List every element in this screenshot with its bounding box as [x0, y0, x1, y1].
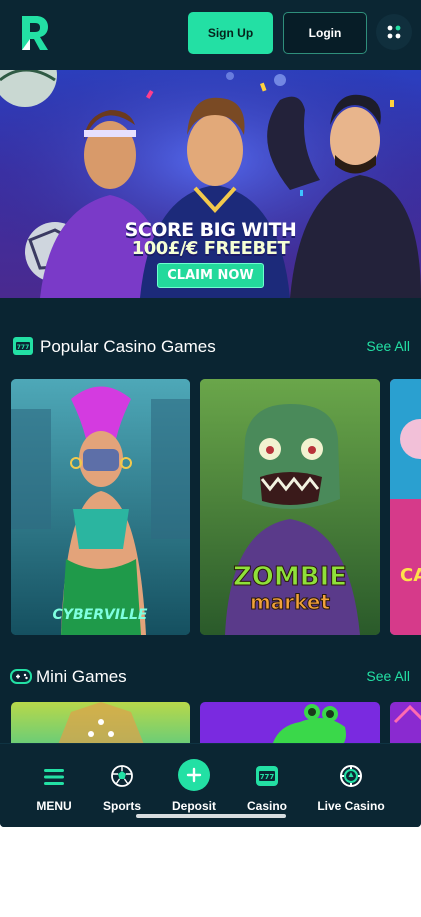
promo-banner[interactable]: SCORE BIG WITH 100£/€ FREEBET CLAIM NOW — [0, 70, 421, 298]
slot-machine-icon: 777 — [12, 336, 34, 356]
app-screen: Sign Up Login SCORE BIG WITH 100£/€ FREE… — [0, 0, 421, 827]
mini-game-card-2[interactable] — [200, 702, 380, 743]
dots-icon — [387, 25, 401, 39]
plus-icon — [186, 767, 202, 783]
login-button[interactable]: Login — [283, 12, 367, 54]
section-title: Mini Games — [36, 667, 127, 686]
cyberville-artwork: CYBERVILLE — [11, 379, 190, 635]
home-indicator — [136, 814, 286, 818]
partial-game-artwork: CA — [390, 379, 421, 635]
banner-offer: 100£/€ FREEBET — [131, 238, 290, 259]
nav-label: MENU — [36, 799, 72, 813]
mini-games-header: Mini Games See All — [0, 663, 421, 691]
claim-now-button[interactable]: CLAIM NOW — [157, 263, 264, 288]
mini-game-artwork-2 — [273, 704, 346, 743]
svg-text:777: 777 — [17, 344, 30, 351]
mini-game-card-1[interactable] — [11, 702, 190, 743]
poker-chip-icon — [340, 765, 362, 787]
sign-up-button[interactable]: Sign Up — [188, 12, 273, 54]
more-options-button[interactable] — [376, 14, 412, 50]
top-header: Sign Up Login — [0, 0, 421, 70]
nav-live-casino[interactable]: Live Casino — [311, 744, 391, 827]
nav-menu[interactable]: MENU — [24, 744, 84, 827]
mini-game-artwork-1 — [58, 702, 144, 743]
section-title: Popular Casino Games — [40, 337, 216, 356]
zombie-market-artwork: ZOMBIE market — [200, 379, 380, 635]
deposit-button[interactable] — [178, 759, 210, 791]
svg-text:CA: CA — [400, 565, 421, 586]
slot-machine-icon: 777 — [256, 766, 278, 786]
nav-label: Casino — [246, 799, 287, 813]
market-logo: market — [250, 590, 331, 614]
cyberville-logo: CYBERVILLE — [53, 607, 148, 623]
popular-games-header: 777 Popular Casino Games See All — [0, 333, 421, 361]
soccer-ball-icon — [111, 765, 133, 787]
nav-label: Live Casino — [317, 799, 385, 813]
game-card-zombie-market[interactable]: ZOMBIE market — [200, 379, 380, 635]
nav-label: Deposit — [171, 799, 216, 813]
gamepad-icon — [10, 666, 32, 686]
hamburger-icon — [44, 769, 64, 785]
game-card-cyberville[interactable]: CYBERVILLE — [11, 379, 190, 635]
zombie-logo: ZOMBIE — [233, 562, 347, 592]
game-card-partial[interactable]: CA — [390, 379, 421, 635]
mini-games-row[interactable] — [0, 702, 421, 743]
nav-label: Sports — [102, 799, 141, 813]
popular-games-row[interactable]: CYBERVILLE ZOMBIE market CA — [0, 379, 421, 635]
brand-logo[interactable] — [20, 14, 50, 54]
see-all-link[interactable]: See All — [366, 338, 410, 354]
mini-game-artwork-3 — [393, 704, 421, 724]
see-all-link[interactable]: See All — [366, 668, 410, 684]
svg-text:777: 777 — [260, 773, 275, 781]
mini-game-card-3[interactable] — [390, 702, 421, 743]
